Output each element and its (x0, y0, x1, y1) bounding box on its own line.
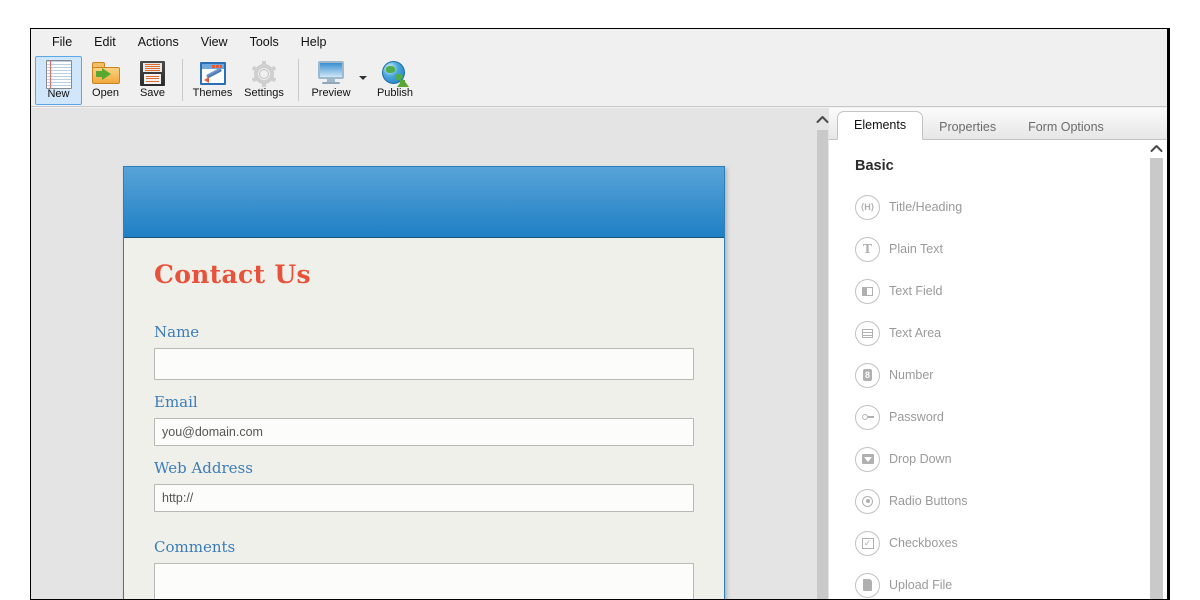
checkbox-icon: ✓ (855, 530, 880, 556)
settings-button-label: Settings (244, 87, 284, 99)
form-field-name[interactable]: Name (154, 323, 694, 380)
publish-button[interactable]: Publish (369, 56, 421, 105)
form-title[interactable]: Contact Us (154, 260, 694, 289)
menu-item-tools[interactable]: Tools (240, 32, 289, 52)
element-number[interactable]: 8 Number (855, 354, 1003, 396)
form-field-web-address-label: Web Address (154, 459, 253, 477)
menu-bar: File Edit Actions View Tools Help (31, 29, 1167, 56)
menu-item-view[interactable]: View (191, 32, 238, 52)
element-label: Plain Text (889, 242, 943, 256)
element-checkboxes[interactable]: ✓ Checkboxes (855, 522, 1003, 564)
themes-button-label: Themes (192, 87, 233, 99)
panel-tabstrip: Elements Properties Form Options (829, 108, 1167, 140)
splitter-track[interactable] (817, 130, 828, 599)
element-label: Text Field (889, 284, 943, 298)
text-t-icon: T (855, 236, 880, 262)
chevron-up-icon (816, 115, 828, 123)
scrollbar-thumb[interactable] (1150, 158, 1163, 599)
element-text-field[interactable]: Text Field (855, 270, 1003, 312)
save-button[interactable]: Save (129, 56, 176, 105)
application-window: File Edit Actions View Tools Help New Op… (30, 28, 1170, 600)
chevron-down-icon (359, 75, 367, 80)
web-address-input[interactable] (154, 484, 694, 512)
dropdown-icon (855, 446, 880, 472)
form-field-comments[interactable]: Comments (154, 538, 694, 599)
form-field-comments-label: Comments (154, 538, 236, 556)
menu-item-help[interactable]: Help (291, 32, 337, 52)
floppy-disk-icon (138, 59, 168, 87)
element-label: Drop Down (889, 452, 952, 466)
workspace: Contact Us Name Email Web Address (31, 108, 1167, 599)
open-folder-icon (91, 59, 121, 87)
elements-panel-scrollbar[interactable] (1146, 140, 1167, 599)
panel-splitter[interactable] (815, 108, 829, 599)
heading-icon: ⟨H⟩ (855, 194, 880, 220)
preview-button-label: Preview (311, 87, 351, 99)
element-title-heading[interactable]: ⟨H⟩ Title/Heading (855, 186, 1003, 228)
element-label: Text Area (889, 326, 942, 340)
radio-button-icon (855, 488, 880, 514)
gear-icon (249, 59, 279, 87)
form-field-name-label: Name (154, 323, 200, 341)
open-button[interactable]: Open (82, 56, 129, 105)
comments-textarea[interactable] (154, 563, 694, 599)
elements-scroll-area: Basic ⟨H⟩ Title/Heading T Plain Text Tex… (829, 140, 1146, 599)
preview-button[interactable]: Preview (305, 56, 357, 105)
form-field-email[interactable]: Email (154, 393, 694, 446)
settings-button[interactable]: Settings (236, 56, 292, 105)
form-field-web-address[interactable]: Web Address (154, 459, 694, 512)
group-title-basic: Basic (855, 158, 894, 174)
element-label: Upload File (889, 578, 953, 592)
collapse-panel-button[interactable] (815, 110, 829, 128)
element-label: Checkboxes (889, 536, 958, 550)
elements-panel: Basic ⟨H⟩ Title/Heading T Plain Text Tex… (829, 140, 1167, 599)
form-banner[interactable] (124, 167, 724, 238)
toolbar-separator-2 (298, 59, 299, 101)
tab-properties[interactable]: Properties (923, 114, 1012, 140)
toolbar: New Open Save Themes Settings Preview Pu… (31, 56, 1167, 107)
new-document-icon (44, 60, 74, 89)
themes-palette-icon (198, 59, 228, 87)
elements-grid-basic: ⟨H⟩ Title/Heading T Plain Text Text Fiel… (829, 186, 1146, 599)
element-password[interactable]: Password (855, 396, 1003, 438)
text-area-icon (855, 320, 880, 346)
monitor-icon (316, 59, 346, 87)
new-button-label: New (47, 88, 70, 100)
tab-form-options[interactable]: Form Options (1012, 114, 1120, 140)
form-field-email-label: Email (154, 393, 198, 411)
themes-button[interactable]: Themes (189, 56, 236, 105)
scroll-up-button[interactable] (1146, 140, 1167, 157)
upload-file-icon (855, 572, 880, 598)
number-icon: 8 (855, 362, 880, 388)
form-sheet[interactable]: Contact Us Name Email Web Address (123, 166, 725, 599)
toolbar-separator-1 (182, 59, 183, 101)
preview-dropdown-arrow[interactable] (357, 56, 369, 105)
element-label: Title/Heading (889, 200, 963, 214)
element-label: Number (889, 368, 934, 382)
new-button[interactable]: New (35, 56, 82, 105)
element-label: Radio Buttons (889, 494, 968, 508)
element-radio-buttons[interactable]: Radio Buttons (855, 480, 1003, 522)
open-button-label: Open (92, 87, 119, 99)
menu-item-file[interactable]: File (42, 32, 82, 52)
element-drop-down[interactable]: Drop Down (855, 438, 1003, 480)
key-icon (855, 404, 880, 430)
element-text-area[interactable]: Text Area (855, 312, 1003, 354)
element-plain-text[interactable]: T Plain Text (855, 228, 1003, 270)
tab-elements[interactable]: Elements (837, 111, 924, 140)
element-label: Password (889, 410, 944, 424)
name-input[interactable] (154, 348, 694, 380)
menu-item-edit[interactable]: Edit (84, 32, 126, 52)
globe-upload-icon (380, 59, 410, 87)
save-button-label: Save (139, 87, 166, 99)
chevron-up-icon (1150, 145, 1163, 152)
email-input[interactable] (154, 418, 694, 446)
element-upload-file[interactable]: Upload File (855, 564, 1003, 599)
text-field-icon (855, 278, 880, 304)
menu-item-actions[interactable]: Actions (128, 32, 189, 52)
form-canvas[interactable]: Contact Us Name Email Web Address (31, 108, 815, 599)
publish-button-label: Publish (376, 87, 414, 99)
right-panel: Elements Properties Form Options Basic ⟨… (829, 108, 1167, 599)
